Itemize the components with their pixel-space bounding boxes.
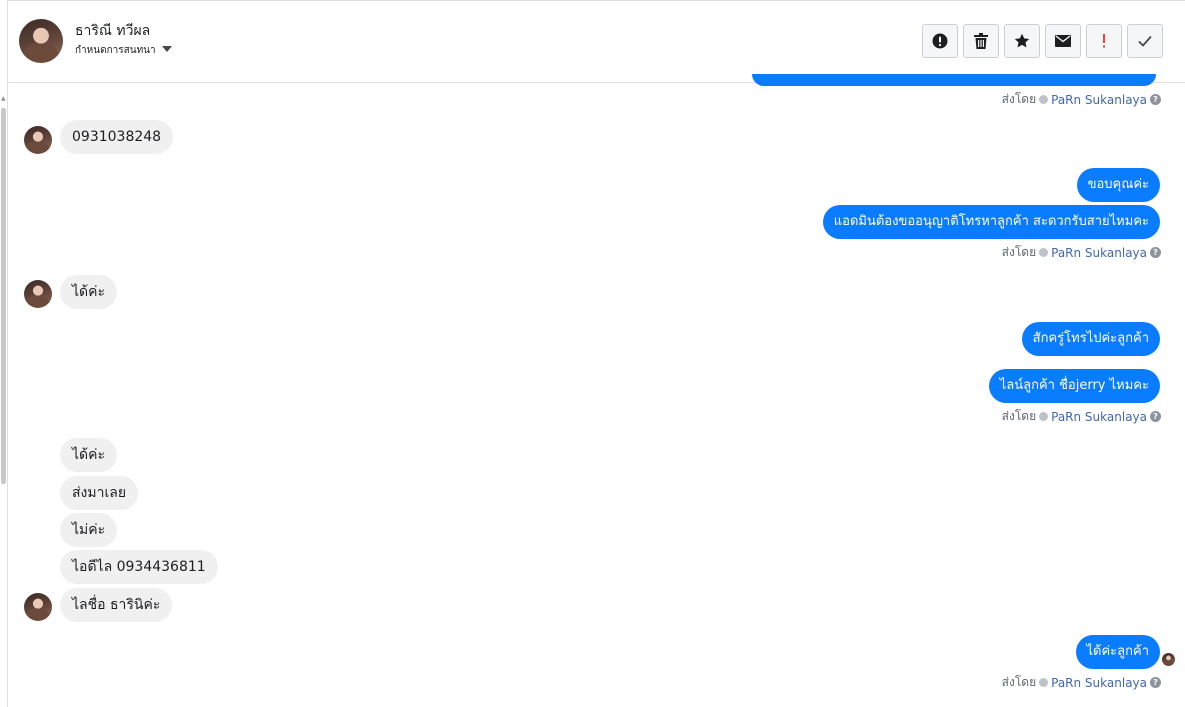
sender-avatar[interactable] — [24, 126, 52, 154]
message-bubble-out[interactable]: ได้ค่ะลูกค้า — [1075, 635, 1160, 669]
important-button[interactable] — [1086, 24, 1122, 58]
action-toolbar — [922, 24, 1163, 58]
agent-name[interactable]: PaRn Sukanlaya — [1051, 410, 1147, 424]
message-bubble-out[interactable]: ไลน์ลูกค้า ชื่อjerry ไหมคะ — [988, 369, 1160, 403]
sent-by-prefix: ส่งโดย — [1001, 675, 1037, 689]
scroll-up-arrow-icon[interactable]: ▲ — [1, 96, 6, 102]
trash-icon — [974, 33, 988, 49]
mark-unread-button[interactable] — [1045, 24, 1081, 58]
sent-by-line: ส่งโดย PaRn Sukanlaya ? — [1002, 407, 1161, 426]
agent-name[interactable]: PaRn Sukanlaya — [1051, 93, 1147, 107]
message-bubble-out-partial — [752, 74, 1156, 86]
done-button[interactable] — [1127, 24, 1163, 58]
contact-name[interactable]: ธาริณี ทวีผล — [75, 20, 150, 42]
help-icon[interactable]: ? — [1150, 247, 1161, 258]
contact-avatar[interactable] — [19, 19, 63, 63]
star-icon — [1014, 33, 1030, 48]
message-bubble-in[interactable]: ไอดีไล 0934436811 — [60, 550, 218, 584]
scrollbar-thumb[interactable] — [1, 108, 6, 484]
important-icon — [1103, 34, 1105, 48]
message-bubble-in[interactable]: ได้ค่ะ — [60, 438, 118, 472]
left-scrollbar[interactable]: ▲ — [0, 0, 8, 707]
agent-status-icon — [1039, 678, 1049, 687]
caret-down-icon — [161, 46, 172, 52]
agent-name[interactable]: PaRn Sukanlaya — [1051, 246, 1147, 260]
message-bubble-out[interactable]: แอดมินต้องขออนุญาติโทรหาลูกค้า สะดวกรับส… — [822, 205, 1160, 239]
delete-button[interactable] — [963, 24, 999, 58]
message-bubble-in[interactable]: ไลชื่อ ธารินิค่ะ — [60, 588, 173, 622]
help-icon[interactable]: ? — [1150, 677, 1161, 688]
sender-avatar[interactable] — [24, 280, 52, 308]
message-bubble-in[interactable]: ได้ค่ะ — [60, 275, 118, 309]
read-receipt-avatar — [1162, 653, 1175, 666]
conversation-header: ธาริณี ทวีผล กำหนดการสนทนา — [8, 0, 1185, 83]
star-button[interactable] — [1004, 24, 1040, 58]
sent-by-line: ส่งโดย PaRn Sukanlaya ? — [1002, 243, 1161, 262]
agent-name[interactable]: PaRn Sukanlaya — [1051, 676, 1147, 690]
message-bubble-in[interactable]: 0931038248 — [60, 120, 174, 154]
message-bubble-out[interactable]: ขอบคุณค่ะ — [1076, 168, 1160, 202]
agent-status-icon — [1039, 412, 1049, 421]
sender-avatar[interactable] — [24, 593, 52, 621]
sent-by-prefix: ส่งโดย — [1001, 409, 1037, 423]
help-icon[interactable]: ? — [1150, 94, 1161, 105]
check-icon — [1138, 35, 1152, 47]
sent-by-prefix: ส่งโดย — [1001, 245, 1037, 259]
conversation-options-label: กำหนดการสนทนา — [75, 45, 156, 56]
conversation-options-dropdown[interactable]: กำหนดการสนทนา — [75, 43, 172, 58]
agent-status-icon — [1039, 95, 1049, 104]
sent-by-line: ส่งโดย PaRn Sukanlaya ? — [1002, 673, 1161, 692]
agent-status-icon — [1039, 248, 1049, 257]
exclamation-circle-icon — [932, 33, 948, 49]
message-bubble-in[interactable]: ไม่ค่ะ — [60, 513, 118, 547]
sent-by-prefix: ส่งโดย — [1001, 92, 1037, 106]
envelope-icon — [1055, 35, 1071, 47]
spam-button[interactable] — [922, 24, 958, 58]
help-icon[interactable]: ? — [1150, 411, 1161, 422]
message-bubble-out[interactable]: สักครู่โทรไปค่ะลูกค้า — [1021, 322, 1160, 356]
sent-by-line: ส่งโดย PaRn Sukanlaya ? — [1002, 90, 1161, 109]
message-bubble-in[interactable]: ส่งมาเลย — [60, 476, 139, 510]
